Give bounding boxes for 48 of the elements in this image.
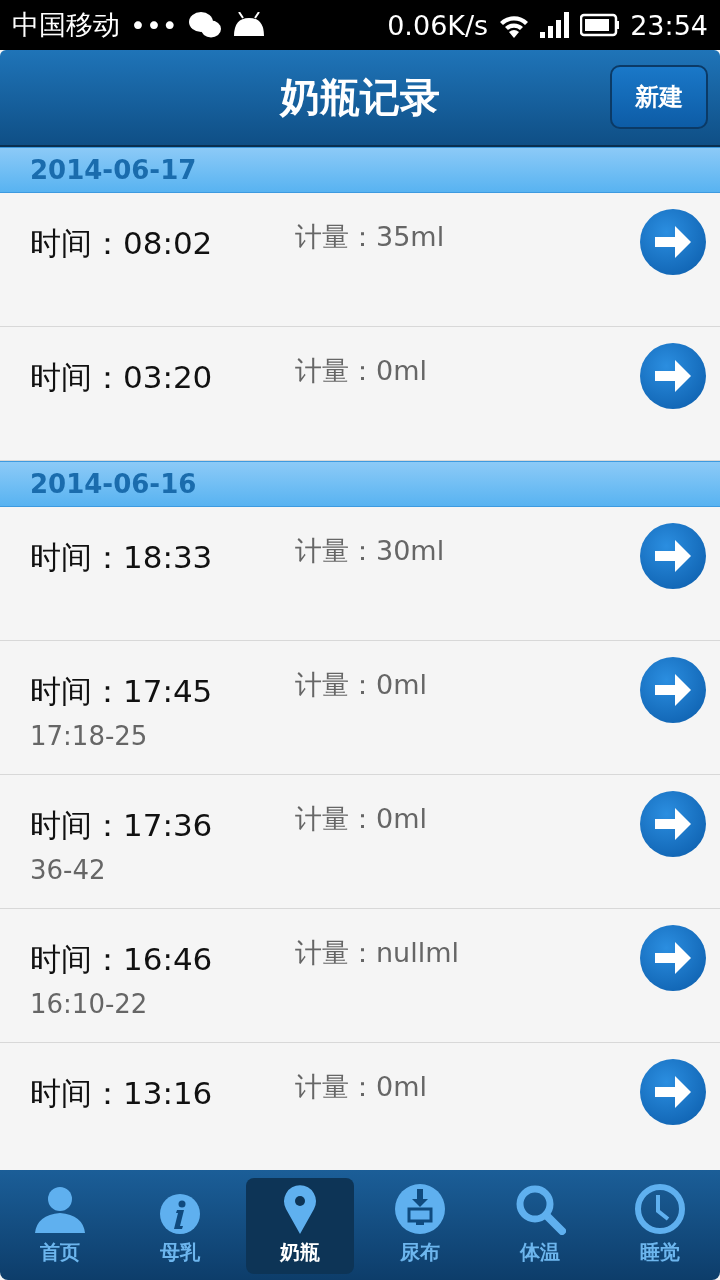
record-amount: 计量：0ml (295, 668, 428, 702)
person-icon (33, 1185, 87, 1235)
arrow-right-icon (653, 538, 693, 574)
chat-icon (187, 11, 222, 39)
nav-tab[interactable]: 母乳 (126, 1178, 234, 1274)
record-amount: 计量：35ml (295, 220, 446, 254)
nav-tab[interactable]: 首页 (6, 1178, 114, 1274)
record-amount: 计量：30ml (295, 534, 446, 568)
page-title: 奶瓶记录 (280, 73, 440, 122)
record-note: 17:18-25 (30, 721, 149, 751)
nav-tab[interactable]: 睡觉 (606, 1178, 714, 1274)
arrow-right-icon (653, 358, 693, 394)
record-note: 36-42 (30, 855, 107, 885)
search-icon (514, 1183, 566, 1235)
record-time: 时间：17:45 (30, 672, 214, 711)
robot-icon (231, 12, 266, 38)
nav-tab[interactable]: 奶瓶 (246, 1178, 354, 1274)
clock-icon (634, 1183, 686, 1235)
arrow-right-icon (653, 224, 693, 260)
monitor-download-icon (394, 1183, 446, 1235)
record-note: 16:10-22 (30, 989, 149, 1019)
record-time: 时间：18:33 (30, 538, 214, 577)
record-amount: 计量：nullml (295, 936, 461, 970)
signal-icon (540, 12, 571, 38)
network-speed: 0.06K/s (387, 9, 489, 41)
battery-icon (580, 13, 621, 37)
arrow-right-icon (653, 806, 693, 842)
nav-tab[interactable]: 体温 (486, 1178, 594, 1274)
info-icon (159, 1193, 201, 1235)
new-button[interactable]: 新建 (610, 65, 708, 129)
carrier-name: 中国移动 (12, 8, 120, 42)
record-time: 时间：13:16 (30, 1074, 214, 1113)
more-dots: ••• (130, 9, 178, 41)
arrow-right-icon (653, 672, 693, 708)
record-amount: 计量：0ml (295, 354, 428, 388)
record-time: 时间：17:36 (30, 806, 214, 845)
record-time: 时间：03:20 (30, 358, 214, 397)
nav-tab[interactable]: 尿布 (366, 1178, 474, 1274)
date-header: 2014-06-17 (0, 147, 720, 193)
arrow-right-icon (653, 940, 693, 976)
record-time: 时间：08:02 (30, 224, 214, 263)
map-pin-icon (283, 1185, 317, 1235)
record-time: 时间：16:46 (30, 940, 214, 979)
date-header: 2014-06-16 (0, 461, 720, 507)
record-amount: 计量：0ml (295, 802, 428, 836)
clock-time: 23:54 (630, 9, 708, 41)
arrow-right-icon (653, 1074, 693, 1110)
record-amount: 计量：0ml (295, 1070, 428, 1104)
